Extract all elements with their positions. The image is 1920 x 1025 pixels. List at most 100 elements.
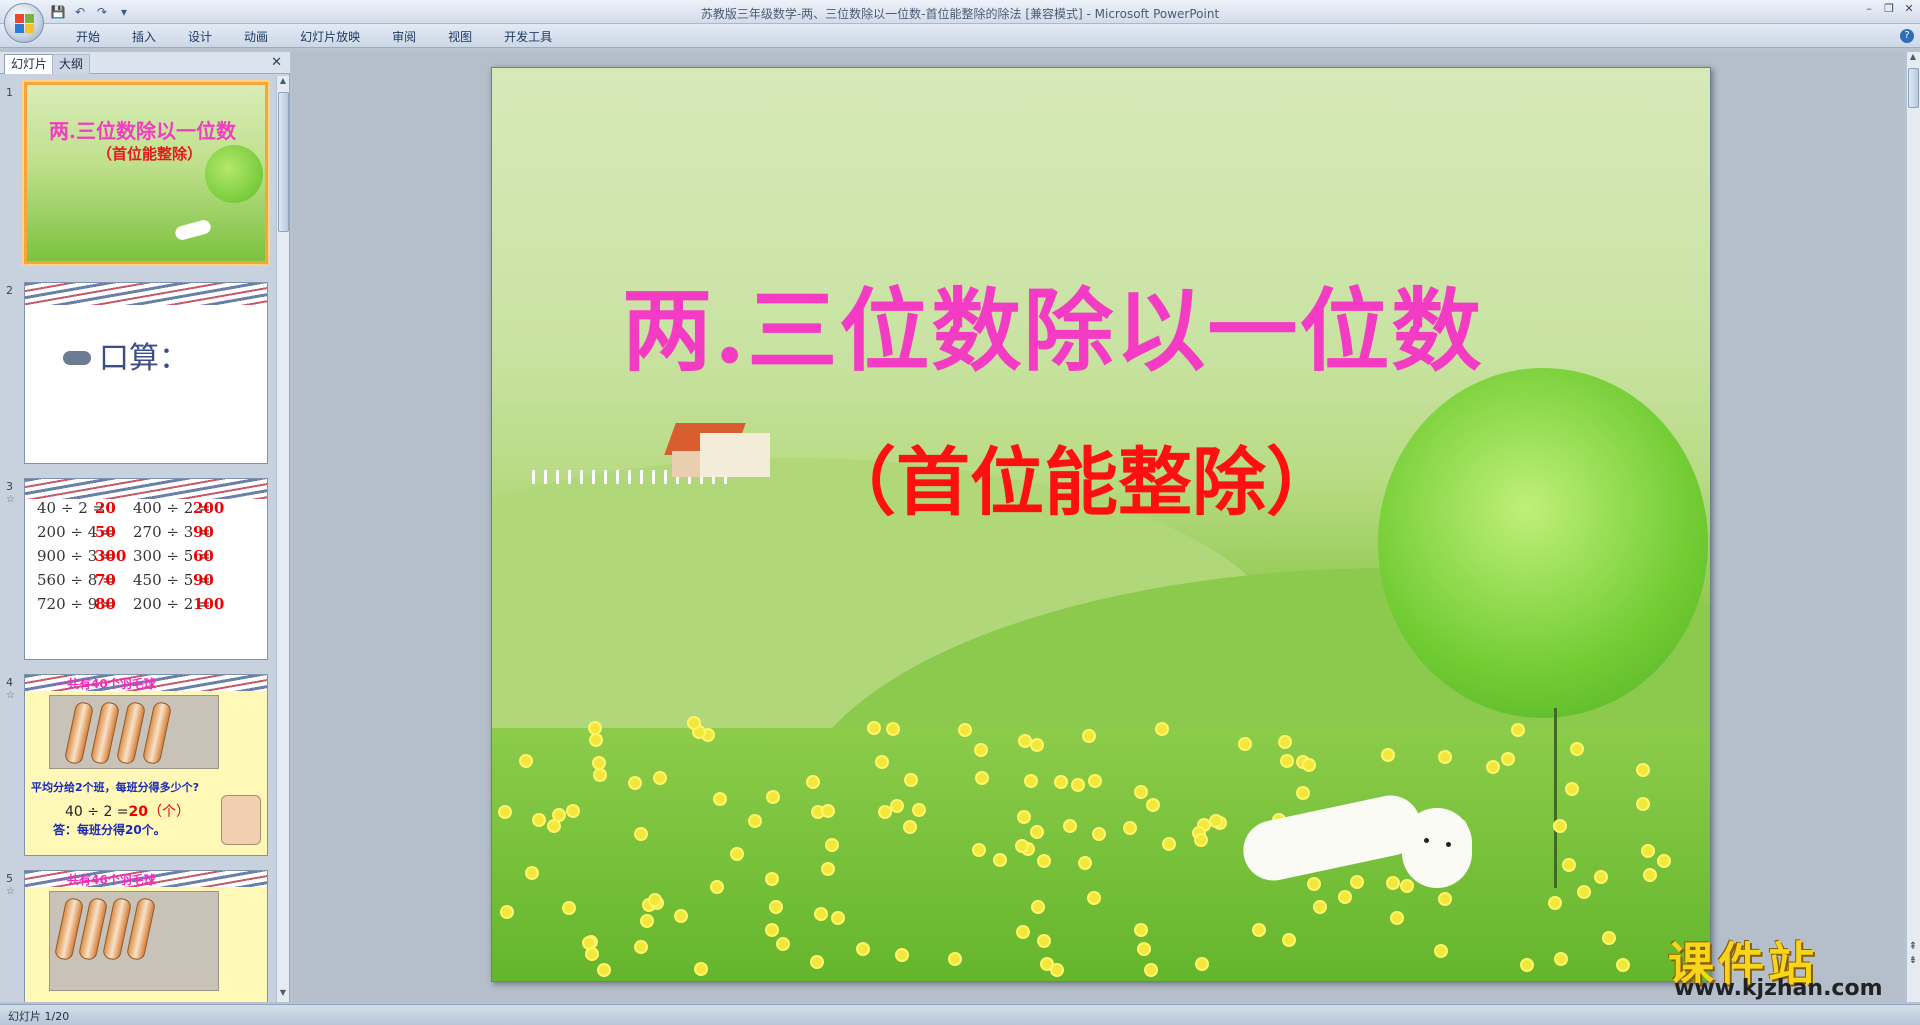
tab-developer[interactable]: 开发工具 bbox=[488, 29, 568, 45]
close-pane-icon[interactable]: ✕ bbox=[271, 55, 282, 70]
tab-home[interactable]: 开始 bbox=[60, 29, 116, 45]
thumb-heading: 一共有46个羽毛球 bbox=[55, 873, 156, 887]
flower-graphic bbox=[771, 902, 781, 912]
flower-graphic bbox=[888, 724, 898, 734]
pane-scrollbar[interactable]: ▲ ▼ bbox=[276, 76, 289, 1002]
flower-graphic bbox=[1039, 936, 1049, 946]
flower-graphic bbox=[527, 868, 537, 878]
flower-graphic bbox=[1157, 724, 1167, 734]
equation-answer: 20 bbox=[95, 499, 116, 517]
animation-star-icon: ☆ bbox=[6, 886, 15, 897]
flower-graphic bbox=[1164, 839, 1174, 849]
thumb-text: 口算： bbox=[99, 341, 189, 376]
slide-title[interactable]: 两.三位数除以一位数 bbox=[622, 258, 1483, 388]
equation-answer: 50 bbox=[95, 523, 116, 541]
equation-answer: 60 bbox=[193, 547, 214, 565]
current-slide[interactable]: 两.三位数除以一位数 （首位能整除） bbox=[491, 67, 1711, 982]
close-window-icon[interactable]: ✕ bbox=[1902, 2, 1916, 16]
cloud-icon bbox=[63, 351, 91, 365]
flower-graphic bbox=[778, 939, 788, 949]
flower-graphic bbox=[1659, 856, 1669, 866]
dog-graphic bbox=[173, 218, 213, 242]
shuttlecock-picture bbox=[49, 891, 219, 991]
flower-graphic bbox=[768, 792, 778, 802]
slide-thumbnail-2[interactable]: 口算： bbox=[24, 282, 268, 464]
tab-insert[interactable]: 插入 bbox=[116, 29, 172, 45]
flower-graphic bbox=[694, 727, 704, 737]
next-slide-icon[interactable]: ⇟ bbox=[1906, 954, 1920, 968]
flower-graphic bbox=[1440, 752, 1450, 762]
editor-scrollbar[interactable]: ▲ bbox=[1906, 52, 1920, 1002]
scroll-down-icon[interactable]: ▼ bbox=[277, 988, 289, 1002]
flower-graphic bbox=[1056, 777, 1066, 787]
slide-number: 5 bbox=[6, 872, 13, 885]
flower-graphic bbox=[500, 807, 510, 817]
flower-graphic bbox=[1136, 925, 1146, 935]
prev-slide-icon[interactable]: ⇞ bbox=[1906, 940, 1920, 954]
flower-graphic bbox=[950, 954, 960, 964]
flower-graphic bbox=[1488, 762, 1498, 772]
ribbon: 开始 插入 设计 动画 幻灯片放映 审阅 视图 开发工具 ? bbox=[0, 24, 1920, 48]
flower-graphic bbox=[650, 895, 660, 905]
flower-graphic bbox=[974, 845, 984, 855]
flower-graphic bbox=[976, 745, 986, 755]
flower-graphic bbox=[1280, 737, 1290, 747]
tab-review[interactable]: 审阅 bbox=[376, 29, 432, 45]
flower-graphic bbox=[1284, 935, 1294, 945]
slide-number: 1 bbox=[6, 86, 13, 99]
flower-graphic bbox=[1254, 925, 1264, 935]
dog-graphic bbox=[1237, 788, 1482, 898]
tab-design[interactable]: 设计 bbox=[172, 29, 228, 45]
help-icon[interactable]: ? bbox=[1900, 29, 1914, 43]
flower-graphic bbox=[977, 773, 987, 783]
window-controls: – ❐ ✕ bbox=[1862, 2, 1916, 16]
scroll-up-icon[interactable]: ▲ bbox=[1907, 52, 1919, 66]
flower-graphic bbox=[1146, 965, 1156, 975]
flower-graphic bbox=[1018, 927, 1028, 937]
tab-view[interactable]: 视图 bbox=[432, 29, 488, 45]
flower-graphic bbox=[591, 735, 601, 745]
house-graphic bbox=[664, 423, 770, 479]
equation-answer: 20 bbox=[128, 804, 149, 820]
slide-thumbnail-4[interactable]: 一共有40个羽毛球 平均分给2个班，每班分得多少个? 40 ÷ 2 =20（个）… bbox=[24, 674, 268, 856]
flower-graphic bbox=[502, 907, 512, 917]
restore-icon[interactable]: ❐ bbox=[1882, 2, 1896, 16]
slide-thumbnail-3[interactable]: 40 ÷ 2 = 20 200 ÷ 4 = 50 900 ÷ 3 = 300 560 ÷ 8… bbox=[24, 478, 268, 660]
equation-unit: （个） bbox=[148, 804, 191, 820]
office-button[interactable] bbox=[4, 3, 44, 43]
flower-graphic bbox=[1020, 736, 1030, 746]
flower-graphic bbox=[1564, 860, 1574, 870]
flower-graphic bbox=[521, 756, 531, 766]
thumb-question: 平均分给2个班，每班分得多少个? bbox=[31, 781, 200, 794]
scroll-thumb[interactable] bbox=[1908, 68, 1919, 108]
tab-slides[interactable]: 幻灯片 bbox=[4, 54, 55, 74]
flower-graphic bbox=[1211, 816, 1221, 826]
slide-thumbnail-1[interactable]: 两.三位数除以一位数 （首位能整除） bbox=[24, 82, 268, 264]
flower-graphic bbox=[549, 821, 559, 831]
flower-graphic bbox=[1094, 829, 1104, 839]
slide-subtitle[interactable]: （首位能整除） bbox=[822, 423, 1340, 530]
tree-graphic bbox=[1378, 368, 1708, 718]
minimize-icon[interactable]: – bbox=[1862, 2, 1876, 16]
window-title: 苏教版三年级数学-两、三位数除以一位数-首位能整除的除法 [兼容模式] - Mi… bbox=[700, 7, 1220, 21]
flower-graphic bbox=[696, 964, 706, 974]
flower-graphic bbox=[1080, 858, 1090, 868]
flower-graphic bbox=[636, 829, 646, 839]
tab-outline[interactable]: 大纲 bbox=[52, 54, 91, 74]
scroll-thumb[interactable] bbox=[278, 92, 289, 232]
tab-animations[interactable]: 动画 bbox=[228, 29, 284, 45]
equation-text: 40 ÷ 2 = bbox=[65, 804, 129, 820]
shuttlecock-tube bbox=[141, 700, 173, 766]
flower-graphic bbox=[1604, 933, 1614, 943]
dog-eye bbox=[1446, 842, 1451, 847]
equation-answer: 300 bbox=[95, 547, 127, 565]
flower-graphic bbox=[1383, 750, 1393, 760]
thumb-subtitle: （首位能整除） bbox=[97, 145, 203, 163]
flower-graphic bbox=[1645, 870, 1655, 880]
flower-graphic bbox=[1638, 765, 1648, 775]
tab-slideshow[interactable]: 幻灯片放映 bbox=[284, 29, 376, 45]
dog-head bbox=[1402, 808, 1472, 888]
flower-graphic bbox=[1579, 887, 1589, 897]
scroll-up-icon[interactable]: ▲ bbox=[277, 76, 289, 90]
slide-thumbnail-5[interactable]: 一共有46个羽毛球 bbox=[24, 870, 268, 1002]
